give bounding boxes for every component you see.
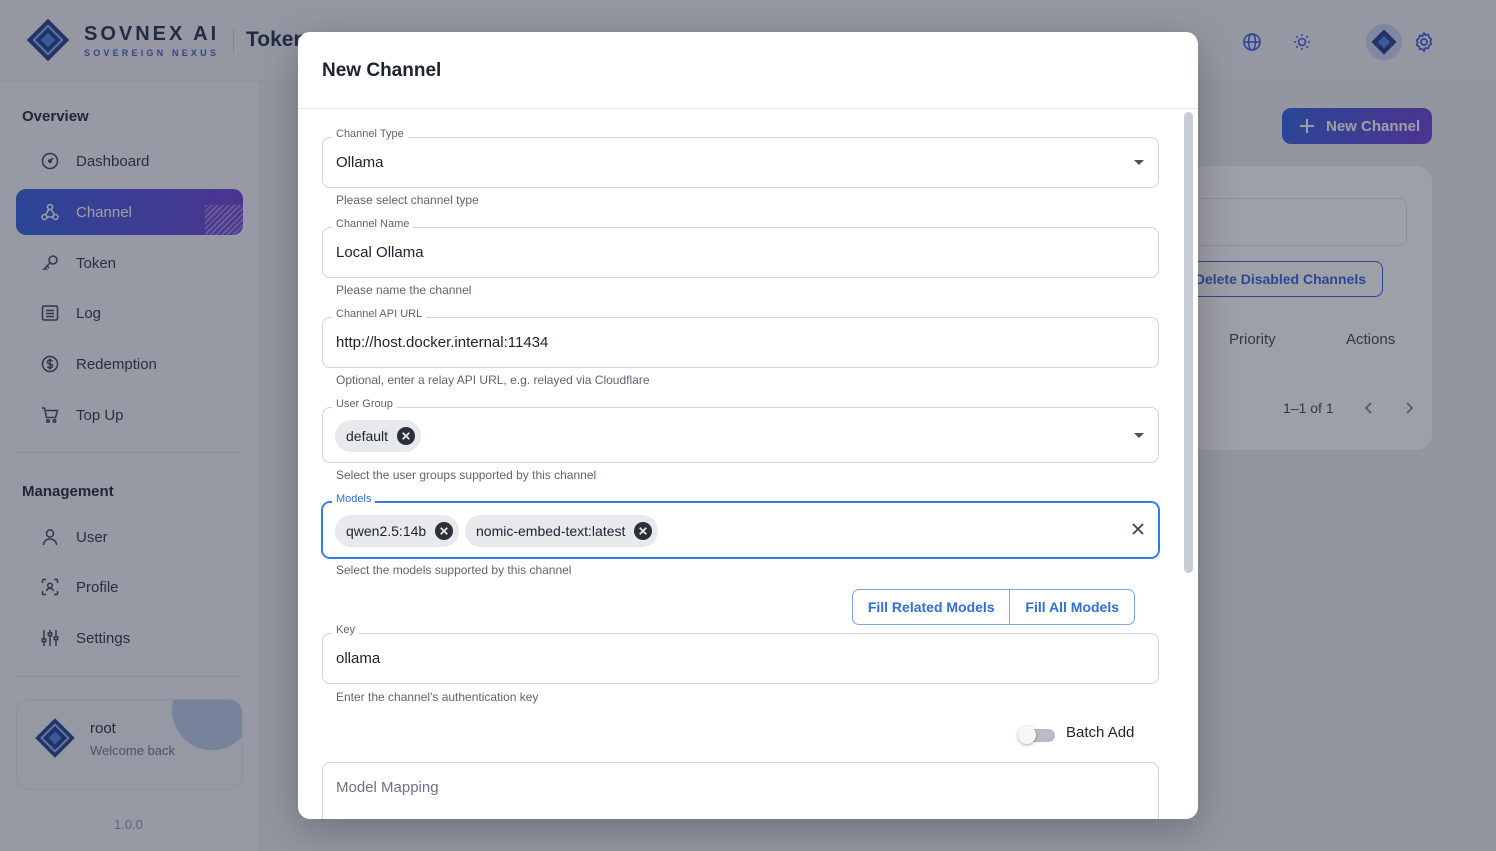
api-url-value: http://host.docker.internal:11434 <box>336 334 549 351</box>
dialog-title: New Channel <box>322 60 442 81</box>
models-label: Models <box>332 493 376 505</box>
dialog-divider <box>298 108 1198 109</box>
fill-all-models-button[interactable]: Fill All Models <box>1010 590 1134 624</box>
channel-type-value: Ollama <box>336 154 384 171</box>
key-label: Key <box>332 624 359 636</box>
model-chip[interactable]: qwen2.5:14b <box>335 515 460 547</box>
chip-label: nomic-embed-text:latest <box>476 523 626 539</box>
dropdown-arrow-icon <box>1134 433 1144 438</box>
remove-chip-button[interactable] <box>434 521 454 541</box>
model-mapping-field[interactable]: Model Mapping <box>322 762 1159 819</box>
fill-models-button-group: Fill Related Models Fill All Models <box>852 589 1135 625</box>
fill-related-models-button[interactable]: Fill Related Models <box>853 590 1011 624</box>
dialog-scrollbar[interactable] <box>1184 112 1193 573</box>
cancel-circle-icon <box>397 427 416 445</box>
batch-add-label: Batch Add <box>1066 724 1135 741</box>
user-group-helper: Select the user groups supported by this… <box>336 468 597 482</box>
api-url-label: Channel API URL <box>332 308 427 320</box>
group-chip[interactable]: default <box>335 420 422 452</box>
channel-name-helper: Please name the channel <box>336 283 472 297</box>
api-url-helper: Optional, enter a relay API URL, e.g. re… <box>336 373 650 387</box>
new-channel-dialog: New Channel Channel Type Ollama Please s… <box>298 32 1198 819</box>
batch-add-switch[interactable] <box>1018 726 1056 744</box>
key-field[interactable]: Key ollama <box>322 624 1159 684</box>
chip-label: default <box>346 428 389 444</box>
dropdown-arrow-icon <box>1134 160 1144 165</box>
channel-type-helper: Please select channel type <box>336 193 479 207</box>
clear-models-button[interactable] <box>1130 521 1146 537</box>
user-group-label: User Group <box>332 398 397 410</box>
channel-name-value: Local Ollama <box>336 244 424 261</box>
channel-name-field[interactable]: Channel Name Local Ollama <box>322 218 1159 278</box>
channel-type-label: Channel Type <box>332 128 408 140</box>
user-group-select[interactable]: User Group default <box>322 398 1159 463</box>
cancel-circle-icon <box>634 522 653 540</box>
channel-api-url-field[interactable]: Channel API URL http://host.docker.inter… <box>322 308 1159 368</box>
cancel-circle-icon <box>435 522 454 540</box>
model-mapping-placeholder: Model Mapping <box>336 779 439 796</box>
switch-knob <box>1018 726 1036 744</box>
key-value: ollama <box>336 650 381 667</box>
model-chip[interactable]: nomic-embed-text:latest <box>465 515 659 547</box>
remove-chip-button[interactable] <box>396 426 416 446</box>
models-select[interactable]: Models qwen2.5:14b nomic-embed-text:late… <box>322 493 1159 558</box>
channel-name-label: Channel Name <box>332 218 414 230</box>
chip-label: qwen2.5:14b <box>346 523 427 539</box>
close-icon <box>1132 523 1144 535</box>
key-helper: Enter the channel's authentication key <box>336 690 539 704</box>
models-helper: Select the models supported by this chan… <box>336 563 572 577</box>
remove-chip-button[interactable] <box>633 521 653 541</box>
channel-type-select[interactable]: Channel Type Ollama <box>322 128 1159 188</box>
